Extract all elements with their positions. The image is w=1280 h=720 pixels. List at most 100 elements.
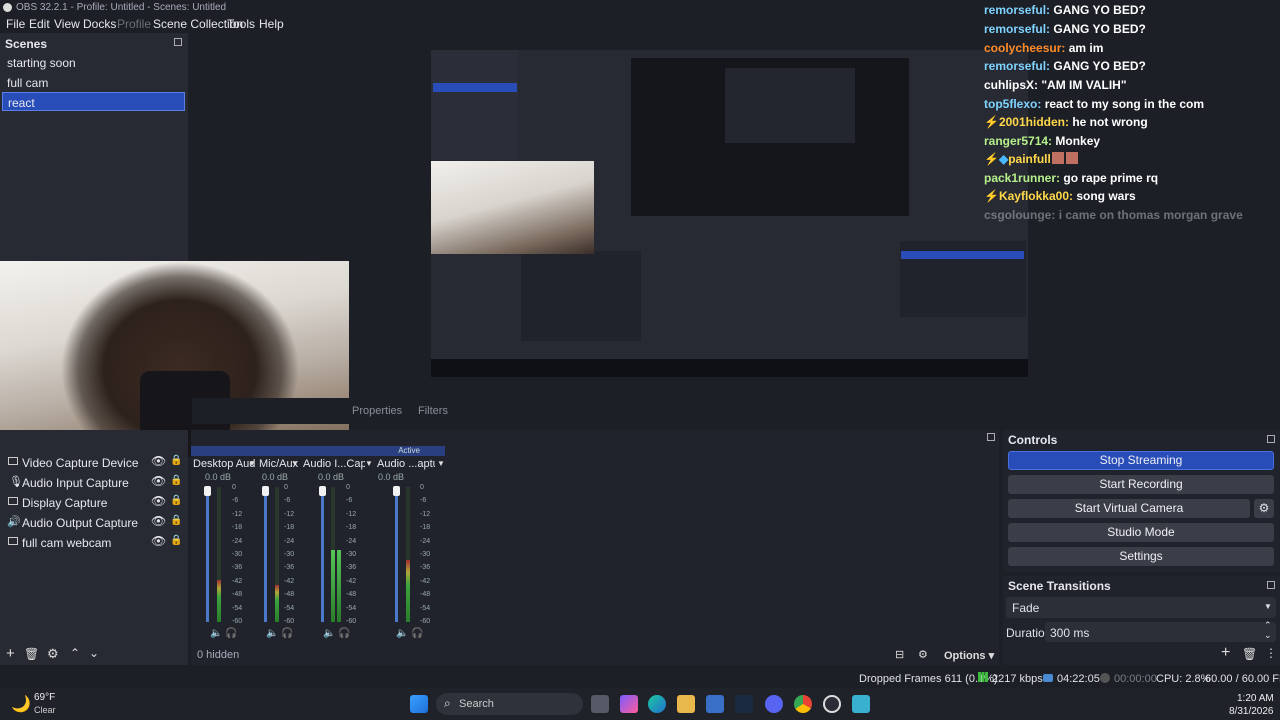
chevron-down-icon[interactable]: ▼ (365, 459, 373, 468)
eye-icon[interactable]: 👁 (151, 534, 166, 548)
edge-icon[interactable] (648, 695, 666, 713)
task-view-icon[interactable] (591, 695, 609, 713)
start-virtual-camera-button[interactable]: Start Virtual Camera (1008, 499, 1250, 518)
transition-select[interactable]: Fade ▼ (1006, 597, 1276, 618)
options-button[interactable]: Options ▾ (944, 649, 994, 662)
store-icon[interactable] (706, 695, 724, 713)
speaker-icon[interactable]: 🔈 (266, 628, 278, 639)
menu-help[interactable]: Help (259, 17, 284, 31)
lock-icon[interactable]: 🔒 (170, 475, 182, 486)
chevron-down-icon[interactable]: ▼ (291, 459, 299, 468)
chat-line: remorseful: GANG YO BED? (984, 22, 1146, 36)
chrome-icon[interactable] (794, 695, 812, 713)
trash-icon[interactable]: 🗑 (1242, 647, 1257, 661)
source-row[interactable]: 🔊 Audio Output Capture 👁 🔒 (0, 513, 187, 533)
file-explorer-icon[interactable] (677, 695, 695, 713)
source-row[interactable]: 🎙 Audio Input Capture 👁 🔒 (0, 473, 187, 493)
undock-icon[interactable] (1267, 435, 1275, 443)
source-row[interactable]: Display Capture 👁 🔒 (0, 493, 187, 513)
menu-docks[interactable]: Docks (83, 17, 116, 31)
stop-streaming-button[interactable]: Stop Streaming (1008, 451, 1274, 470)
meter-tick-label: -6 (284, 497, 291, 505)
undock-icon[interactable] (987, 433, 995, 441)
chat-msg: react to my song in the com (1044, 97, 1205, 111)
volume-knob[interactable] (204, 486, 211, 496)
scene-item-react[interactable]: react (2, 92, 185, 111)
stepper-down-icon[interactable]: ⌄ (1264, 630, 1272, 641)
chat-msg: go rape prime rq (1063, 171, 1159, 185)
add-icon[interactable]: + (6, 645, 15, 662)
gear-icon[interactable]: ⚙ (47, 646, 59, 662)
meter-tick-label: -42 (232, 577, 243, 585)
virtual-camera-gear-icon[interactable]: ⚙ (1254, 499, 1274, 518)
lock-icon[interactable]: 🔒 (170, 535, 182, 546)
link-icon[interactable]: ⚙ (918, 648, 928, 661)
volume-knob[interactable] (319, 486, 326, 496)
obs-icon[interactable] (823, 695, 841, 713)
volume-slider[interactable] (395, 487, 398, 622)
copilot-icon[interactable] (620, 695, 638, 713)
scene-transitions-dock: Scene Transitions (1003, 576, 1280, 665)
start-recording-button[interactable]: Start Recording (1008, 475, 1274, 494)
source-row[interactable]: full cam webcam 👁 🔒 (0, 533, 187, 553)
layout-icon[interactable]: ⊟ (895, 648, 904, 661)
menu-edit[interactable]: Edit (29, 17, 50, 31)
duration-input[interactable]: 300 ms ⌃ ⌄ (1045, 620, 1276, 642)
move-down-icon[interactable]: ⌄ (89, 646, 99, 660)
speaker-icon[interactable]: 🔈 (323, 628, 335, 639)
filters-button[interactable]: Filters (418, 405, 448, 417)
scenes-dock-title: Scenes (5, 37, 48, 51)
more-icon[interactable]: ⋮ (1265, 646, 1277, 660)
settings-button[interactable]: Settings (1008, 547, 1274, 566)
scene-item-full-cam[interactable]: full cam (2, 73, 185, 92)
studio-mode-button[interactable]: Studio Mode (1008, 523, 1274, 542)
eye-icon[interactable]: 👁 (151, 514, 166, 528)
taskbar-search[interactable]: ⌕ Search (436, 693, 583, 715)
windows-start-icon[interactable] (410, 695, 428, 713)
eye-icon[interactable]: 👁 (151, 454, 166, 468)
discord-icon[interactable] (765, 695, 783, 713)
volume-knob[interactable] (393, 486, 400, 496)
menu-file[interactable]: File (6, 17, 25, 31)
lock-icon[interactable]: 🔒 (170, 495, 182, 506)
headphones-icon[interactable]: 🎧 (411, 628, 423, 639)
mixer-db: 0.0 dB (318, 472, 345, 482)
scene-item-starting-soon[interactable]: starting soon (2, 53, 185, 72)
app-icon[interactable] (852, 695, 870, 713)
menu-tools[interactable]: Tools (227, 17, 255, 31)
trash-icon[interactable]: 🗑 (24, 647, 39, 661)
add-icon[interactable]: + (1221, 644, 1230, 662)
chat-msg: Monkey (1055, 134, 1101, 148)
headphones-icon[interactable]: 🎧 (338, 628, 350, 639)
volume-slider[interactable] (321, 487, 324, 622)
eye-icon[interactable]: 👁 (151, 494, 166, 508)
meter-tick-label: -54 (232, 604, 243, 612)
chat-line: remorseful: GANG YO BED? (984, 3, 1146, 17)
volume-slider[interactable] (264, 487, 267, 622)
menu-view[interactable]: View (54, 17, 80, 31)
source-row[interactable]: Video Capture Device 👁 🔒 (0, 453, 187, 473)
chevron-down-icon[interactable]: ▼ (248, 459, 256, 468)
volume-slider[interactable] (206, 487, 209, 622)
obs-logo-icon (3, 3, 12, 12)
speaker-icon[interactable]: 🔈 (210, 628, 222, 639)
lock-icon[interactable]: 🔒 (170, 515, 182, 526)
headphones-icon[interactable]: 🎧 (225, 628, 237, 639)
chevron-down-icon[interactable]: ▼ (437, 459, 445, 468)
menu-profile[interactable]: Profile (117, 17, 151, 31)
meter-tick-label: -30 (232, 551, 243, 558)
undock-icon[interactable] (174, 38, 182, 46)
eye-icon[interactable]: 👁 (151, 474, 166, 488)
speaker-icon[interactable]: 🔈 (396, 628, 408, 639)
steam-icon[interactable] (735, 695, 753, 713)
chat-msg: "AM IM VALIH" (1041, 78, 1127, 92)
weather-moon-icon: 🌙 (11, 696, 31, 713)
undock-icon[interactable] (1267, 581, 1275, 589)
volume-knob[interactable] (262, 486, 269, 496)
headphones-icon[interactable]: 🎧 (281, 628, 293, 639)
move-up-icon[interactable]: ⌃ (70, 646, 80, 660)
lock-icon[interactable]: 🔒 (170, 455, 182, 466)
stream-time: 04:22:05 (1057, 673, 1100, 685)
properties-button[interactable]: Properties (352, 405, 402, 417)
chat-line: ranger5714: Monkey (984, 134, 1100, 148)
